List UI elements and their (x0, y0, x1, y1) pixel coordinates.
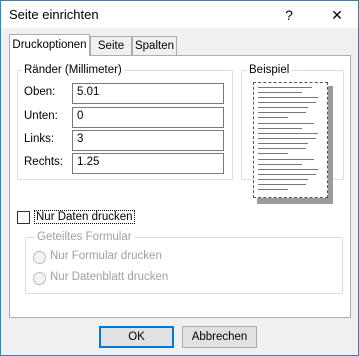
tab-label: Spalten (134, 40, 174, 52)
left-margin-label: Links: (24, 133, 55, 145)
preview-group-label: Beispiel (247, 64, 292, 76)
tab-spalten[interactable]: Spalten (132, 36, 177, 56)
right-margin-input[interactable]: 1.25 (72, 153, 224, 174)
bottom-margin-label: Unten: (24, 110, 58, 122)
cancel-button-label: Abbrechen (191, 331, 248, 343)
bottom-margin-input[interactable]: 0 (72, 107, 224, 128)
window-title: Seite einrichten (9, 7, 99, 22)
tab-druckoptionen[interactable]: Druckoptionen (9, 34, 90, 56)
help-button[interactable]: ? (271, 2, 307, 28)
ok-button[interactable]: OK (99, 326, 174, 348)
title-bar: Seite einrichten ? ✕ (1, 1, 358, 28)
print-form-only-label: Nur Formular drucken (50, 250, 162, 262)
tab-label: Seite (97, 40, 125, 52)
top-margin-label: Oben: (24, 86, 56, 98)
print-datasheet-only-label: Nur Datenblatt drucken (50, 271, 169, 283)
margins-group-label: Ränder (Millimeter) (22, 64, 124, 76)
left-margin-input[interactable]: 3 (72, 130, 224, 151)
print-data-only-label[interactable]: Nur Daten drucken (34, 210, 135, 224)
close-button[interactable]: ✕ (319, 2, 355, 28)
print-form-only-radio[interactable] (33, 251, 46, 264)
split-form-group-label: Geteiltes Formular (35, 231, 134, 243)
top-margin-input[interactable]: 5.01 (72, 83, 224, 104)
print-datasheet-only-radio[interactable] (33, 272, 46, 285)
tab-seite[interactable]: Seite (90, 36, 132, 56)
right-margin-label: Rechts: (24, 156, 63, 168)
split-form-group (25, 237, 343, 294)
print-data-only-checkbox[interactable] (17, 211, 30, 224)
cancel-button[interactable]: Abbrechen (182, 326, 257, 348)
preview-page (253, 82, 328, 198)
tab-label: Druckoptionen (12, 39, 87, 51)
ok-button-label: OK (128, 331, 145, 343)
